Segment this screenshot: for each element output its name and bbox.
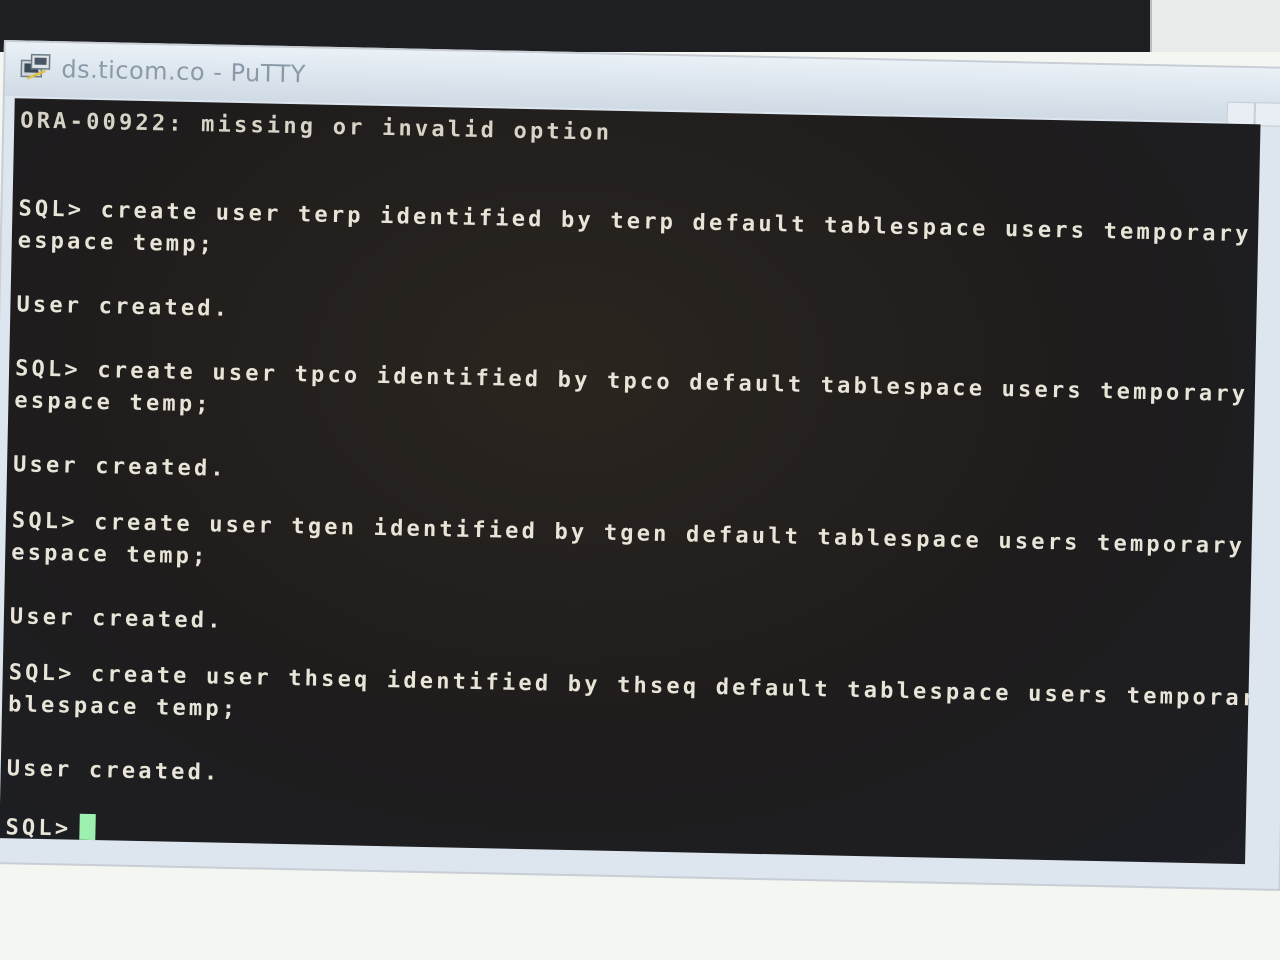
terminal-line: espace temp; [14, 388, 213, 418]
sql-prompt: SQL> [5, 815, 72, 842]
terminal-line: blespace temp; [7, 692, 239, 723]
terminal-line: espace temp; [17, 228, 216, 258]
window-control-button[interactable] [1226, 101, 1255, 127]
window-control-button[interactable] [1254, 102, 1280, 127]
terminal-line: User created. [9, 604, 224, 634]
terminal-line: User created. [12, 452, 228, 482]
command-prompt-line[interactable]: SQL> [5, 812, 96, 842]
terminal-area[interactable]: ORA-00922: missing or invalid option SQL… [0, 98, 1261, 865]
putty-window[interactable]: ds.ticom.co - PuTTY ORA-00922: missing o… [0, 40, 1280, 891]
window-title: ds.ticom.co - PuTTY [61, 55, 307, 89]
terminal-line: User created. [16, 292, 231, 322]
text-cursor [79, 813, 96, 841]
terminal-line: User created. [6, 756, 221, 786]
terminal-line: espace temp; [11, 540, 209, 570]
putty-icon[interactable] [19, 52, 52, 83]
background-window-frame [1150, 0, 1280, 52]
terminal-line: ORA-00922: missing or invalid option [20, 108, 613, 146]
